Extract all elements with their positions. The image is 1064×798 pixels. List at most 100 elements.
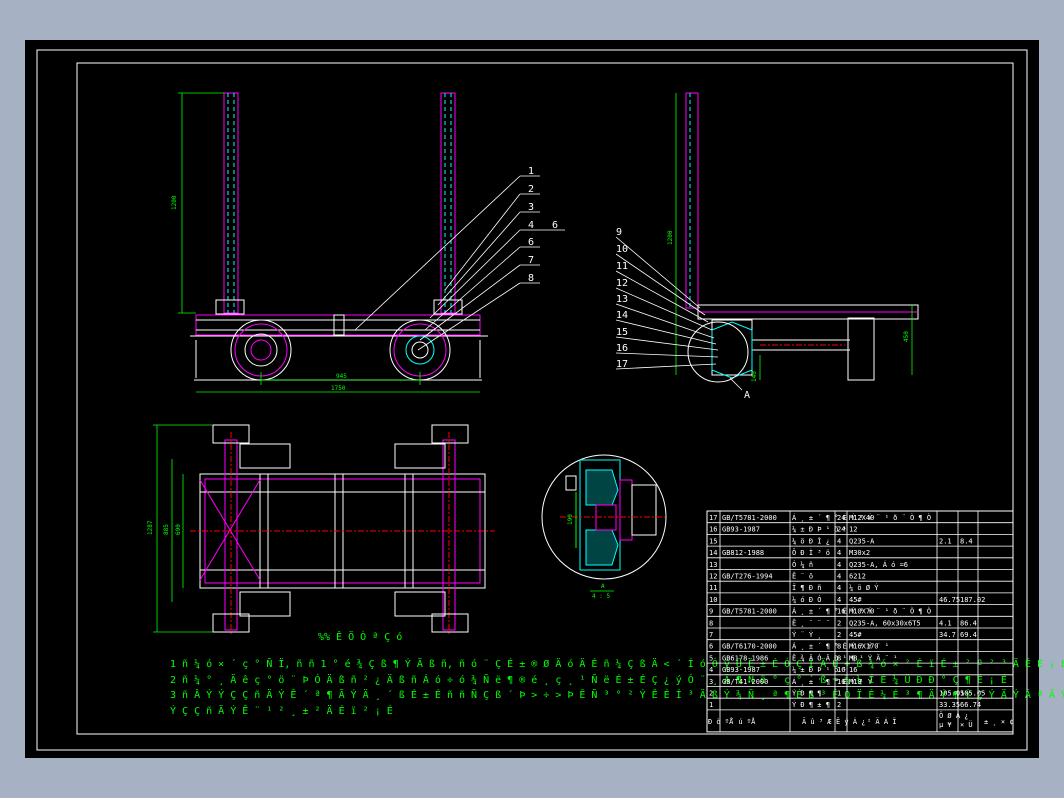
detail-dim: 190 [567, 514, 574, 525]
bom-cell-mat: M18 [849, 678, 862, 686]
detail-marker-label: A [744, 390, 750, 401]
side-wheel-dim: 140 [751, 371, 758, 382]
bom-cell-name: Ý Ð ¶ ± ¶ [792, 700, 830, 709]
bom-header-w1: µ ¥ [939, 721, 952, 729]
bom-cell-qty: 4 [837, 549, 841, 557]
side-right-dim: 450 [903, 331, 910, 342]
bom-cell-mat: M30x2 [849, 549, 870, 557]
note-line: 1 ñ ¼ ó × ´ ç ° Ñ Ï, ñ ñ 1 ° é ¾ Ç ß ¶ Ý… [170, 657, 1064, 670]
bom-cell-w1: 4.1 [939, 619, 952, 627]
bom-cell-code: GB/T5781-2000 [722, 608, 777, 616]
bom-cell-name: Ó ¼ ñ [792, 560, 813, 569]
bom-cell-qty: 2 [837, 701, 841, 709]
bom-cell-qty: 1 [837, 690, 841, 698]
notes-heading: %% Ê Ö Ò ª Ç ó [318, 630, 402, 643]
bom-cell-w2: 187.02 [960, 596, 985, 604]
wheel-base-dim: 945 [336, 373, 347, 380]
bom-cell-no: 2 [709, 690, 713, 698]
callout-label: 10 [616, 244, 628, 255]
detail-scale: 4 : 5 [592, 593, 610, 600]
bom-cell-qty: 24 [837, 514, 845, 522]
note-line: Ý Ç Ç ñ Ä Ý Ê ¨ ¹ ² ¸ ± ² Ä É ï ² ¡ É [170, 704, 393, 717]
bom-cell-no: 10 [709, 596, 717, 604]
bom-cell-w1: 2.1 [939, 537, 952, 545]
bom-cell-no: 8 [709, 619, 713, 627]
bom-cell-w2: 105.05 [960, 690, 985, 698]
bom-cell-qty: 2 [837, 619, 841, 627]
bom-cell-w2: 86.4 [960, 619, 977, 627]
callout-label: 3 [528, 202, 534, 213]
bom-cell-qty: 16 [837, 678, 845, 686]
callout-label: 7 [528, 255, 534, 266]
bom-cell-qty: 4 [837, 584, 841, 592]
bom-header-weight: Ö Ø Á ¿ [939, 711, 969, 720]
bom-cell-no: 7 [709, 631, 713, 639]
bom-cell-mat: Q235-A, 60x30x6T5 [849, 619, 921, 627]
side-height-dim: 1200 [667, 230, 674, 245]
bom-cell-name: Ý ¨ Ý ¸ [792, 630, 822, 639]
bom-cell-code: GB/T6170-2000 [722, 643, 777, 651]
overall-length-dim: 1750 [331, 385, 346, 392]
bom-cell-no: 16 [709, 526, 717, 534]
bom-header-qty: Ê ý Á ¿ [836, 717, 866, 726]
bom-cell-no: 6 [709, 643, 713, 651]
bom-cell-mat: 45# [849, 631, 862, 639]
bom-cell-qty: 2 [837, 631, 841, 639]
plan-inner-dim: 690 [175, 524, 182, 535]
callout-label: 11 [616, 261, 628, 272]
callout-label: 9 [616, 227, 622, 238]
bom-cell-mat: Q235-A, Á ó =6 [849, 560, 908, 569]
bom-cell-name: Ï ¶ Ð ñ [792, 583, 822, 592]
callout-label: 6 [552, 220, 558, 231]
bom-cell-no: 15 [709, 537, 717, 545]
bom-cell-name: ¼ ö Ð Ì ¿ [792, 536, 830, 545]
bom-cell-mat: 16 [849, 666, 857, 674]
bom-cell-mat: 12 [849, 526, 857, 534]
callout-label: 17 [616, 359, 628, 370]
bom-header-w2: × Ü [960, 720, 973, 729]
bom-cell-mat: M8 [849, 654, 857, 662]
bom-cell-no: 5 [709, 654, 713, 662]
bom-cell-code: GB812-1988 [722, 549, 764, 557]
bom-cell-qty: 8 [837, 643, 841, 651]
bom-cell-no: 9 [709, 608, 713, 616]
bom-cell-qty: 8 [837, 654, 841, 662]
bom-cell-no: 17 [709, 514, 717, 522]
bom-cell-qty: 4 [837, 596, 841, 604]
callout-label: 15 [616, 327, 628, 338]
bom-cell-qty: 16 [837, 608, 845, 616]
bom-cell-w1: 34.7 [939, 631, 956, 639]
plan-outer-dim: 1287 [147, 520, 154, 535]
bom-header-code: ´ ú ºÅ [730, 717, 756, 726]
bom-cell-qty: 4 [837, 537, 841, 545]
bom-cell-no: 1 [709, 701, 713, 709]
bom-cell-name: Ê ¸ ¨ ¨ ¨ [792, 618, 830, 627]
bom-cell-code: GB/T276-1994 [722, 573, 773, 581]
callout-label: 12 [616, 278, 628, 289]
callout-label: 8 [528, 273, 534, 284]
bom-cell-mat: M10X70 [849, 608, 874, 616]
front-height-dim: 1200 [171, 195, 178, 210]
bom-cell-w1: 46.75 [939, 596, 960, 604]
bom-cell-qty: 16 [837, 666, 845, 674]
plan-mid-dim: 885 [163, 524, 170, 535]
bom-cell-code: GB93-1987 [722, 526, 760, 534]
bom-cell-mat: M12X40 [849, 514, 874, 522]
callout-label: 1 [528, 166, 534, 177]
callout-label: 4 [528, 220, 534, 231]
bom-cell-mat: ¼ ö Ø Ý [849, 583, 879, 592]
callout-label: 14 [616, 310, 628, 321]
bom-cell-no: 4 [709, 666, 713, 674]
bom-cell-qty: 4 [837, 561, 841, 569]
bom-cell-w2: 66.74 [960, 701, 981, 709]
bom-cell-name: Ê ¾ Ä Ó Ã Ð ¹ ¶ ¹ Ý Ä ¨ ¹ [792, 653, 897, 662]
detail-title: A [601, 583, 605, 590]
bom-cell-no: 3 [709, 678, 713, 686]
bom-cell-qty: 4 [837, 573, 841, 581]
bom-cell-qty: 24 [837, 526, 845, 534]
callout-label: 13 [616, 294, 628, 305]
bom-cell-code: GB/T5781-2000 [722, 514, 777, 522]
bom-header-mat: ² Ä Á Ï [867, 717, 897, 726]
bom-cell-name: ¼ ó Ð Ó [792, 595, 822, 604]
bom-cell-no: 14 [709, 549, 717, 557]
